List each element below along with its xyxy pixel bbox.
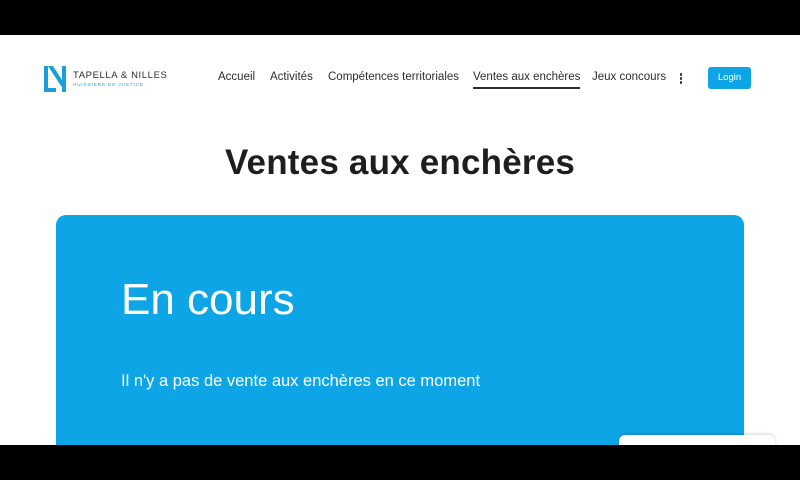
nav-item-jeux-concours[interactable]: Jeux concours <box>592 69 666 87</box>
login-button[interactable]: Login <box>708 67 751 89</box>
panel-heading: En cours <box>121 275 295 324</box>
browser-viewport: TAPELLA & NILLES HUISSIERS DE JUSTICE Ac… <box>0 35 800 445</box>
page-title: Ventes aux enchères <box>224 143 576 182</box>
nav-item-ventes-aux-encheres[interactable]: Ventes aux enchères <box>473 69 581 89</box>
no-auction-message: Il n'y a pas de vente aux enchères en ce… <box>121 372 481 390</box>
nav-item-activites[interactable]: Activités <box>270 69 313 87</box>
auction-status-panel: En cours Il n'y a pas de vente aux enchè… <box>56 215 744 445</box>
floating-widget[interactable] <box>619 435 775 445</box>
more-menu-icon[interactable] <box>679 73 683 85</box>
nav-item-accueil[interactable]: Accueil <box>218 69 255 87</box>
nav-item-competences-territoriales[interactable]: Compétences territoriales <box>328 69 459 87</box>
